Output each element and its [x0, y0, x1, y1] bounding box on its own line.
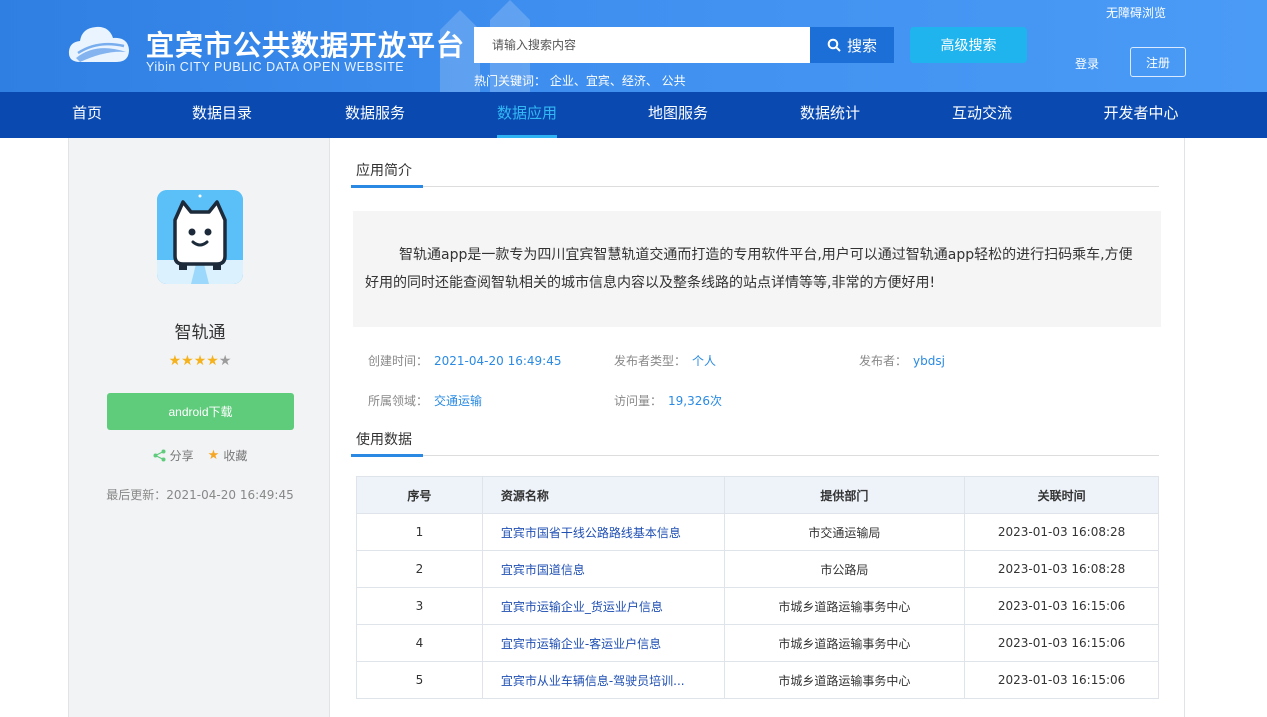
nav-developer-center[interactable]: 开发者中心 — [1103, 92, 1178, 138]
linked-time: 2023-01-03 16:08:28 — [964, 550, 1159, 588]
star-filled-icon: ★ — [181, 353, 194, 369]
app-rating: ★★★★★ — [69, 353, 331, 369]
last-update: 最后更新：2021-04-20 16:49:45 — [106, 488, 294, 502]
main-nav: 首页 数据目录 数据服务 数据应用 地图服务 数据统计 互动交流 开发者中心 — [0, 92, 1267, 138]
resource-name-link[interactable]: 宜宾市国省干线公路路线基本信息 — [481, 513, 725, 551]
row-index: 1 — [356, 513, 483, 551]
content-border — [1184, 138, 1185, 717]
accessibility-link[interactable]: 无障碍浏览 — [1106, 4, 1166, 21]
site-subtitle: Yibin CITY PUBLIC DATA OPEN WEBSITE — [146, 60, 405, 74]
star-filled-icon: ★ — [193, 353, 207, 369]
usage-section-title: 使用数据 — [356, 432, 412, 448]
app-icon — [157, 190, 243, 284]
row-index: 5 — [356, 661, 483, 699]
provider-dept: 市交通运输局 — [723, 513, 966, 551]
nav-data-application[interactable]: 数据应用 — [496, 92, 558, 138]
created-label: 创建时间： — [368, 354, 429, 368]
star-empty-icon: ★ — [218, 353, 232, 369]
column-header: 资源名称 — [481, 476, 725, 514]
provider-dept: 市城乡道路运输事务中心 — [723, 661, 966, 699]
row-index: 4 — [356, 624, 483, 662]
app-name: 智轨通 — [174, 323, 226, 343]
android-download-button[interactable]: android下载 — [107, 393, 294, 430]
provider-dept: 市城乡道路运输事务中心 — [723, 624, 966, 662]
star-favorite-icon: ★ — [207, 448, 220, 463]
domain-value: 交通运输 — [434, 394, 483, 408]
created-value: 2021-04-20 16:49:45 — [434, 354, 562, 368]
star-filled-icon: ★ — [206, 353, 219, 369]
publisher-type-value: 个人 — [692, 354, 717, 368]
table-row: 4 宜宾市运输企业-客运业户信息 市城乡道路运输事务中心 2023-01-03 … — [356, 624, 1159, 662]
nav-data-catalog[interactable]: 数据目录 — [192, 92, 252, 138]
row-index: 2 — [356, 550, 483, 588]
robot-face-icon — [157, 190, 243, 284]
hot-keywords[interactable]: 热门关键词： 企业、宜宾、经济、 公共 — [474, 72, 686, 89]
star-filled-icon: ★ — [168, 353, 182, 369]
intro-divider — [351, 186, 1159, 187]
login-link[interactable]: 登录 — [1075, 55, 1099, 72]
resource-name-link[interactable]: 宜宾市运输企业_货运业户信息 — [481, 587, 725, 625]
column-header: 提供部门 — [723, 476, 966, 514]
provider-dept: 市城乡道路运输事务中心 — [723, 587, 966, 625]
favorite-button[interactable]: ★ 收藏 — [208, 447, 248, 464]
provider-dept: 市公路局 — [723, 550, 966, 588]
publisher-label: 发布者： — [859, 354, 908, 368]
meta-domain: 所属领域： 交通运输 — [368, 392, 482, 409]
share-label: 分享 — [169, 449, 194, 463]
linked-time: 2023-01-03 16:15:06 — [964, 587, 1159, 625]
intro-title-underline — [351, 185, 423, 188]
site-header: 宜宾市公共数据开放平台 Yibin CITY PUBLIC DATA OPEN … — [0, 0, 1267, 92]
meta-publisher: 发布者： ybdsj — [859, 352, 945, 369]
row-index: 3 — [356, 587, 483, 625]
nav-data-statistics[interactable]: 数据统计 — [800, 92, 860, 138]
favorite-label: 收藏 — [223, 449, 248, 463]
nav-interaction[interactable]: 互动交流 — [952, 92, 1012, 138]
search-icon — [827, 38, 841, 52]
visits-value: 19,326次 — [668, 394, 723, 408]
table-row: 5 宜宾市从业车辆信息-驾驶员培训... 市城乡道路运输事务中心 2023-01… — [356, 661, 1159, 699]
linked-time: 2023-01-03 16:08:28 — [964, 513, 1159, 551]
share-icon — [153, 449, 166, 462]
meta-created: 创建时间： 2021-04-20 16:49:45 — [368, 352, 561, 369]
usage-table: 序号 资源名称 提供部门 关联时间 1 宜宾市国省干线公路路线基本信息 市交通运… — [356, 476, 1159, 699]
cloud-logo-icon — [68, 26, 129, 62]
search-input[interactable] — [474, 27, 810, 63]
table-row: 2 宜宾市国道信息 市公路局 2023-01-03 16:08:28 — [356, 550, 1159, 588]
visits-label: 访问量： — [614, 394, 663, 408]
linked-time: 2023-01-03 16:15:06 — [964, 661, 1159, 699]
resource-name-link[interactable]: 宜宾市运输企业-客运业户信息 — [481, 624, 725, 662]
meta-visits: 访问量： 19,326次 — [614, 392, 722, 409]
share-button[interactable]: 分享 — [153, 447, 194, 464]
search-button-label: 搜索 — [846, 37, 877, 55]
app-sidebar: 智轨通 ★★★★★ android下载 分享 ★ 收藏 最后更新：2021-04… — [68, 138, 330, 717]
resource-name-link[interactable]: 宜宾市国道信息 — [481, 550, 725, 588]
share-favorite-row: 分享 ★ 收藏 — [69, 447, 331, 464]
usage-title-underline — [351, 454, 423, 457]
site-title: 宜宾市公共数据开放平台 — [146, 29, 466, 62]
register-button[interactable]: 注册 — [1130, 47, 1186, 77]
nav-map-service[interactable]: 地图服务 — [648, 92, 708, 138]
publisher-value: ybdsj — [913, 354, 945, 368]
resource-name-link[interactable]: 宜宾市从业车辆信息-驾驶员培训... — [481, 661, 725, 699]
usage-divider — [351, 455, 1159, 456]
column-header: 关联时间 — [964, 476, 1159, 514]
nav-home[interactable]: 首页 — [72, 92, 102, 138]
table-row: 1 宜宾市国省干线公路路线基本信息 市交通运输局 2023-01-03 16:0… — [356, 513, 1159, 551]
column-header: 序号 — [356, 476, 483, 514]
intro-section-title: 应用简介 — [356, 163, 412, 179]
linked-time: 2023-01-03 16:15:06 — [964, 624, 1159, 662]
publisher-type-label: 发布者类型： — [614, 354, 687, 368]
table-header-row: 序号 资源名称 提供部门 关联时间 — [356, 476, 1159, 514]
meta-publisher-type: 发布者类型： 个人 — [614, 352, 716, 369]
advanced-search-button[interactable]: 高级搜索 — [910, 27, 1027, 63]
nav-data-service[interactable]: 数据服务 — [345, 92, 405, 138]
search-button[interactable]: 搜索 — [810, 27, 894, 63]
intro-text: 智轨通app是一款专为四川宜宾智慧轨道交通而打造的专用软件平台,用户可以通过智轨… — [353, 211, 1161, 327]
domain-label: 所属领域： — [368, 394, 429, 408]
table-row: 3 宜宾市运输企业_货运业户信息 市城乡道路运输事务中心 2023-01-03 … — [356, 587, 1159, 625]
